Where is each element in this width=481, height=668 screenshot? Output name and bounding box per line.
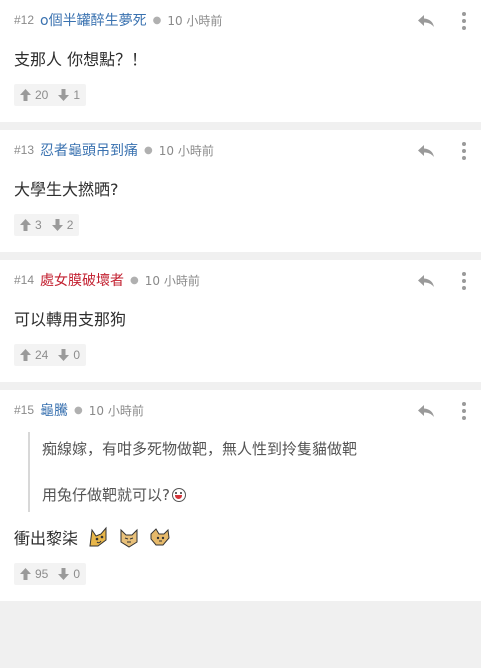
upvote-button[interactable]: 24 [20, 348, 48, 362]
reply-icon[interactable] [415, 270, 437, 292]
comment-post: #12 o個半罐醉生夢死 ● 10 小時前 支那人 你想點？！ 20 1 [0, 0, 481, 122]
post-content: 可以轉用支那狗 [14, 310, 127, 329]
upvote-count: 3 [35, 218, 42, 232]
post-time: 10 小時前 [88, 403, 144, 418]
reply-icon[interactable] [415, 10, 437, 32]
quote-line: 痴線嫁，有咁多死物做靶，無人性到拎隻貓做靶 [42, 440, 358, 458]
post-number: #13 [14, 143, 35, 157]
separator-dot: ● [130, 274, 139, 286]
username-link[interactable]: 龜騰 [40, 400, 68, 420]
more-options-icon[interactable] [459, 270, 469, 292]
post-actions [415, 140, 469, 162]
post-actions [415, 10, 469, 32]
comment-post: #13 忍者龜頭吊到痛 ● 10 小時前 大學生大撚晒? 3 2 [0, 130, 481, 252]
downvote-count: 0 [73, 348, 81, 362]
cat-sticker-icon [120, 528, 138, 548]
separator-dot: ● [152, 14, 162, 26]
cat-sticker-icon [89, 526, 107, 547]
more-options-icon[interactable] [459, 400, 469, 422]
post-actions [415, 400, 469, 422]
vote-bar: 20 1 [14, 84, 87, 106]
post-number: #14 [14, 273, 35, 287]
post-content-wrapper: 衝出黎柒 [14, 512, 481, 551]
upvote-button[interactable]: 20 [20, 88, 48, 102]
reply-icon[interactable] [415, 140, 437, 162]
post-number: #15 [14, 403, 35, 417]
cat-sticker-icon [150, 528, 170, 546]
downvote-count: 1 [73, 88, 81, 102]
post-time: 10 小時前 [167, 13, 223, 28]
arrow-down-icon [58, 89, 70, 101]
arrow-down-icon [58, 349, 70, 361]
post-number: #12 [14, 13, 35, 27]
reply-icon[interactable] [415, 400, 437, 422]
downvote-count: 2 [66, 218, 74, 232]
arrow-down-icon [51, 219, 63, 231]
post-header: #12 o個半罐醉生夢死 ● 10 小時前 [14, 0, 481, 38]
downvote-button[interactable]: 2 [51, 218, 74, 232]
upvote-button[interactable]: 95 [20, 567, 48, 581]
downvote-button[interactable]: 1 [58, 88, 80, 102]
username-link[interactable]: 忍者龜頭吊到痛 [40, 140, 138, 160]
upvote-button[interactable]: 3 [20, 218, 42, 232]
post-content: 大學生大撚晒? [14, 180, 119, 199]
comment-post: #15 龜騰 ● 10 小時前 痴線嫁，有咁多死物做靶，無人性到拎隻貓做靶 用兔… [0, 390, 481, 601]
quoted-post: 痴線嫁，有咁多死物做靶，無人性到拎隻貓做靶 用兔仔做靶就可以? [28, 432, 481, 512]
upvote-count: 20 [35, 88, 49, 102]
more-options-icon[interactable] [459, 140, 469, 162]
vote-bar: 24 0 [14, 344, 87, 366]
post-time: 10 小時前 [144, 273, 200, 288]
arrow-up-icon [20, 219, 31, 231]
quote-line-with-emoji: 用兔仔做靶就可以? [42, 482, 481, 508]
arrow-up-icon [20, 568, 31, 580]
upvote-count: 24 [35, 348, 49, 362]
username-link[interactable]: o個半罐醉生夢死 [40, 10, 147, 30]
post-header: #14 處女膜破壞者 ● 10 小時前 [14, 260, 481, 298]
comment-thread: #12 o個半罐醉生夢死 ● 10 小時前 支那人 你想點？！ 20 1 #13 [0, 0, 481, 601]
upvote-count: 95 [35, 567, 49, 581]
post-header: #13 忍者龜頭吊到痛 ● 10 小時前 [14, 130, 481, 168]
post-header: #15 龜騰 ● 10 小時前 [14, 390, 481, 428]
more-options-icon[interactable] [459, 10, 469, 32]
vote-bar: 3 2 [14, 214, 80, 236]
post-actions [415, 270, 469, 292]
downvote-button[interactable]: 0 [58, 567, 80, 581]
post-content: 衝出黎柒 [14, 529, 79, 548]
arrow-up-icon [20, 89, 31, 101]
arrow-down-icon [58, 568, 70, 580]
username-link[interactable]: 處女膜破壞者 [40, 270, 124, 290]
post-time: 10 小時前 [158, 143, 214, 158]
comment-post: #14 處女膜破壞者 ● 10 小時前 可以轉用支那狗 24 0 [0, 260, 481, 382]
downvote-button[interactable]: 0 [58, 348, 80, 362]
quote-text: 用兔仔做靶就可以? [42, 486, 170, 504]
post-content: 支那人 你想點？！ [14, 50, 148, 69]
separator-dot: ● [74, 404, 83, 416]
laughing-face-icon [171, 488, 186, 502]
separator-dot: ● [144, 144, 153, 156]
arrow-up-icon [20, 349, 31, 361]
downvote-count: 0 [73, 567, 81, 581]
vote-bar: 95 0 [14, 563, 87, 585]
